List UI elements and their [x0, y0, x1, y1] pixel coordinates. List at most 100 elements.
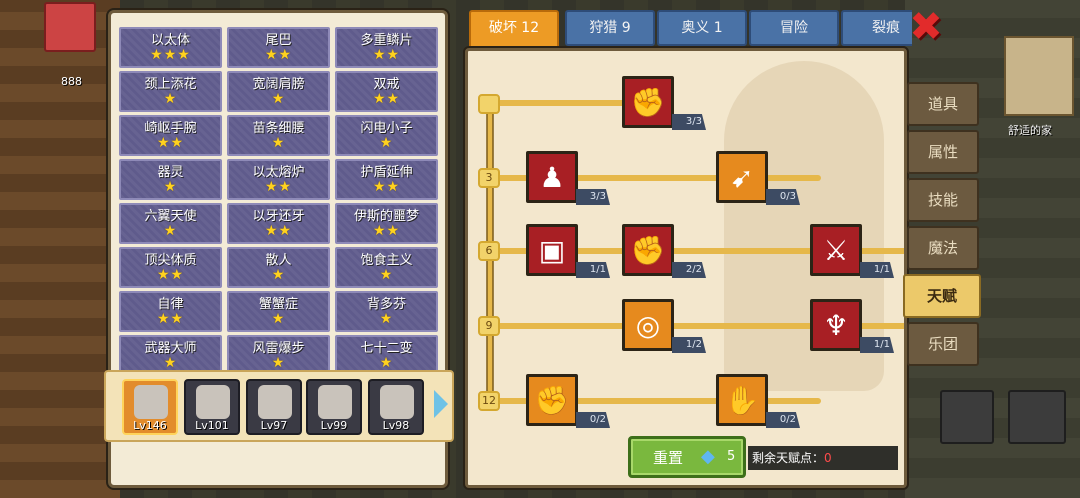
skill-name: 以太熔炉: [252, 165, 305, 180]
minimap[interactable]: [1004, 36, 1074, 116]
tier-label: 12: [478, 391, 500, 411]
blade-strike-icon[interactable]: ⚔: [810, 224, 862, 276]
tier-root: [478, 94, 500, 114]
skill-card[interactable]: 伊斯的噩梦 ★★: [335, 203, 438, 244]
star-rating-icon: ★: [379, 267, 394, 283]
star-rating-icon: ★★: [156, 267, 185, 283]
skill-card[interactable]: 闪电小子 ★: [335, 115, 438, 156]
bat-wings-icon[interactable]: ♆: [810, 299, 862, 351]
weapon-slot-2[interactable]: [1008, 390, 1066, 444]
skill-name: 护盾延伸: [360, 165, 413, 180]
arm-wrestle-icon[interactable]: ✊: [622, 76, 674, 128]
weapon-slot-1[interactable]: [940, 390, 994, 444]
character-portrait: [258, 385, 292, 419]
skill-card[interactable]: 以牙还牙 ★★: [227, 203, 330, 244]
talent-count: 1/1: [860, 262, 894, 278]
skill-card[interactable]: 宽阔肩膀 ★: [227, 71, 330, 112]
character-slot[interactable]: Lv98: [368, 379, 424, 435]
muscle-body-icon[interactable]: ♟: [526, 151, 578, 203]
cards-icon[interactable]: ▣: [526, 224, 578, 276]
character-level: Lv97: [260, 419, 288, 432]
skill-card[interactable]: 护盾延伸 ★★: [335, 159, 438, 200]
skill-name: 崎岖手腕: [144, 121, 197, 136]
reset-cost: 5: [727, 449, 736, 464]
skill-card[interactable]: 以太体 ★★★: [119, 27, 222, 68]
skill-name: 器灵: [157, 165, 184, 180]
reset-button[interactable]: 重置 ◆ 5: [628, 436, 746, 478]
tab-1[interactable]: 狩猎 9: [565, 10, 655, 46]
character-slot[interactable]: Lv99: [306, 379, 362, 435]
grab-hand-icon[interactable]: ✋: [716, 374, 768, 426]
character-slot[interactable]: Lv101: [184, 379, 240, 435]
skill-card[interactable]: 顶尖体质 ★★: [119, 247, 222, 288]
skill-card[interactable]: 器灵 ★: [119, 159, 222, 200]
skill-name: 闪电小子: [360, 121, 413, 136]
skill-card[interactable]: 以太熔炉 ★★: [227, 159, 330, 200]
star-rating-icon: ★: [379, 311, 394, 327]
tab-2[interactable]: 奥义 1: [657, 10, 747, 46]
remaining-value: 0: [824, 451, 832, 465]
skill-card[interactable]: 六翼天使 ★: [119, 203, 222, 244]
star-rating-icon: ★: [271, 91, 286, 107]
character-level: Lv146: [133, 419, 167, 432]
star-rating-icon: ★★: [372, 223, 401, 239]
skill-card[interactable]: 双戒 ★★: [335, 71, 438, 112]
skill-card[interactable]: 多重鳞片 ★★: [335, 27, 438, 68]
character-slot[interactable]: Lv97: [246, 379, 302, 435]
skill-name: 顶尖体质: [144, 253, 197, 268]
talent-count: 0/2: [766, 412, 800, 428]
character-level: Lv101: [195, 419, 229, 432]
player-avatar[interactable]: [44, 2, 96, 52]
star-rating-icon: ★★: [372, 91, 401, 107]
star-rating-icon: ★: [271, 135, 286, 151]
gem-icon: ◆: [701, 446, 715, 467]
tab-4[interactable]: 裂痕: [841, 10, 912, 46]
tab-3[interactable]: 冒险: [749, 10, 839, 46]
talent-count: 0/2: [576, 412, 610, 428]
talent-count: 3/3: [576, 189, 610, 205]
skill-card[interactable]: 背多芬 ★: [335, 291, 438, 332]
skill-card[interactable]: 蟹蟹症 ★: [227, 291, 330, 332]
skill-card[interactable]: 饱食主义 ★: [335, 247, 438, 288]
star-rating-icon: ★★: [264, 47, 293, 63]
side-menu-item[interactable]: 技能: [907, 178, 979, 222]
star-rating-icon: ★: [163, 179, 178, 195]
next-character-arrow[interactable]: [434, 390, 448, 418]
skill-name: 饱食主义: [360, 253, 413, 268]
skill-card[interactable]: 崎岖手腕 ★★: [119, 115, 222, 156]
skill-card[interactable]: 颈上添花 ★: [119, 71, 222, 112]
skill-name: 双戒: [373, 77, 400, 92]
fist-punch-icon[interactable]: ✊: [622, 224, 674, 276]
arrow-hit-icon[interactable]: ➹: [716, 151, 768, 203]
skill-card[interactable]: 苗条细腰 ★: [227, 115, 330, 156]
skill-card[interactable]: 尾巴 ★★: [227, 27, 330, 68]
side-menu-item[interactable]: 天赋: [903, 274, 981, 318]
character-portrait: [318, 385, 352, 419]
character-bar: Lv146 Lv101 Lv97 Lv99 Lv98: [104, 370, 454, 442]
side-menu-item[interactable]: 乐团: [907, 322, 979, 366]
talent-count: 1/1: [576, 262, 610, 278]
ring-target-icon[interactable]: ◎: [622, 299, 674, 351]
skill-name: 七十二变: [360, 341, 413, 356]
talent-tabs: 破坏 12 狩猎 9 奥义 1 冒险 裂痕: [467, 8, 912, 50]
skill-card[interactable]: 自律 ★★: [119, 291, 222, 332]
character-slot[interactable]: Lv146: [122, 379, 178, 435]
talent-count: 0/3: [766, 189, 800, 205]
skill-name: 蟹蟹症: [258, 297, 298, 312]
side-menu-item[interactable]: 魔法: [907, 226, 979, 270]
tier-label: 9: [478, 316, 500, 336]
skill-name: 风雷爆步: [252, 341, 305, 356]
skill-name: 宽阔肩膀: [252, 77, 305, 92]
tab-0[interactable]: 破坏 12: [469, 10, 559, 50]
side-menu-item[interactable]: 道具: [907, 82, 979, 126]
location-label: 舒适的家: [1008, 124, 1052, 137]
skill-name: 散人: [265, 253, 292, 268]
close-button[interactable]: ✖: [908, 7, 944, 47]
side-menu-item[interactable]: 属性: [907, 130, 979, 174]
skill-name: 以太体: [150, 33, 190, 48]
star-rating-icon: ★★: [156, 311, 185, 327]
star-rating-icon: ★: [379, 355, 394, 371]
skill-card[interactable]: 散人 ★: [227, 247, 330, 288]
raised-fist-icon[interactable]: ✊: [526, 374, 578, 426]
star-rating-icon: ★★: [372, 179, 401, 195]
